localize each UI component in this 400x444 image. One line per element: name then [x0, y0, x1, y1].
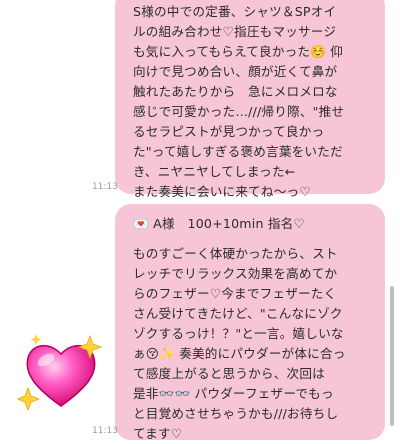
message-line: らのフェザー♡今までフェザーたく — [133, 286, 337, 301]
message-line: ぁ😚✨ 奏美的にパウダーが体に合っ — [133, 346, 346, 361]
message-line: ゾクするっけ！？"と一言。嬉しいな — [133, 326, 344, 341]
message-line: も気に入ってもらえて良かった☺️ 仰 — [133, 44, 344, 59]
sparkling-heart-icon[interactable] — [15, 330, 104, 416]
heart-sticker-graphic — [15, 334, 103, 412]
message-line: ルの組み合わせ♡指圧もマッサージ — [133, 24, 337, 39]
message-bubble[interactable]: S様の中での定番、シャツ＆SPオイ ルの組み合わせ♡指圧もマッサージ も気に入っ… — [115, 0, 385, 199]
message-line: て感度上がると思うから、次回は — [133, 366, 325, 381]
message-line: 触れたあたりから 急にメロメロな — [133, 84, 338, 99]
message-line: てます♡ — [133, 426, 183, 441]
message-line: き、ニヤニヤしてしまった← — [133, 164, 296, 179]
message-timestamp: 11:13 — [92, 426, 118, 436]
message-line: 是非👓👓 パウダーフェザーでもっ — [133, 386, 334, 401]
message-line: レッチでリラックス効果を高めてか — [133, 266, 338, 281]
message-line: また奏美に会いに来てね〜っ♡ — [133, 184, 311, 199]
message-line: 感じで可愛かった…///帰り際、"推せ — [133, 104, 345, 119]
message-line: ものすごーく体硬かったから、スト — [133, 246, 338, 261]
message-line: るセラピストが見つかって良かっ — [133, 124, 325, 139]
message-line: 向けで見つめ合い、顔が近くて鼻が — [133, 64, 338, 79]
message-timestamp: 11:13 — [92, 182, 118, 192]
message-line: さん受けてきたけど、"こんなにゾク — [133, 306, 343, 321]
message-bubble[interactable]: 💌 A様 100+10min 指名♡ ものすごーく体硬かったから、スト レッチで… — [115, 204, 385, 441]
chat-thread: S様の中での定番、シャツ＆SPオイ ルの組み合わせ♡指圧もマッサージ も気に入っ… — [0, 0, 400, 444]
message-header: 💌 A様 100+10min 指名♡ — [133, 216, 305, 231]
message-line: S様の中での定番、シャツ＆SPオイ — [133, 4, 337, 19]
message-line: た"って嬉しすぎる褒め言葉をいただ — [133, 144, 343, 159]
message-line: と目覚めさせちゃうかも///お待ちし — [133, 406, 339, 421]
scrollbar-thumb[interactable] — [390, 286, 394, 426]
